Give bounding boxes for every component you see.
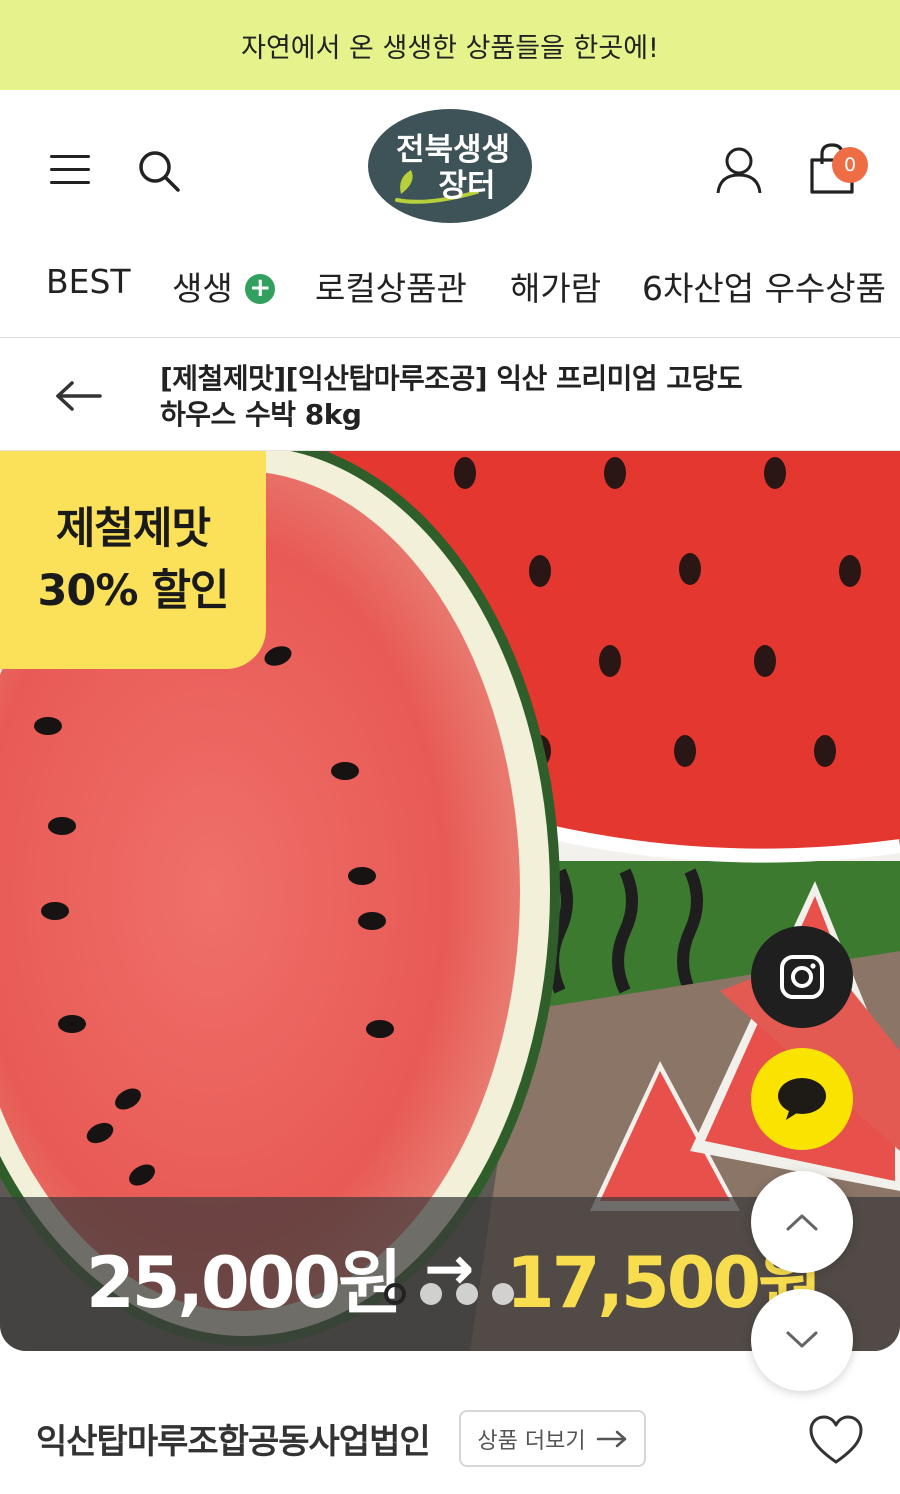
cart-count-badge: 0 [832, 147, 868, 183]
nav-item-local[interactable]: 로컬상품관 [315, 262, 467, 310]
more-products-label: 상품 더보기 [477, 1428, 586, 1454]
logo-text-line1: 전북생생 [396, 132, 510, 168]
nav-item-saengsaeng[interactable]: 생생 + [172, 262, 276, 310]
instagram-button[interactable] [751, 926, 853, 1028]
carousel-dot[interactable] [492, 1283, 514, 1305]
nav-label: BEST [46, 262, 131, 301]
nav-label: 해가람 [510, 269, 602, 308]
kakao-chat-button[interactable] [751, 1048, 853, 1150]
chevron-up-icon [786, 1214, 818, 1231]
chevron-down-icon [786, 1331, 818, 1348]
scroll-down-button[interactable] [751, 1289, 853, 1391]
sale-badge-line1: 제철제맛 [55, 504, 211, 554]
more-products-button[interactable]: 상품 더보기 [459, 1410, 646, 1467]
banner-text: 자연에서 온 생생한 상품들을 한곳에! [241, 32, 659, 64]
scroll-up-button[interactable] [751, 1171, 853, 1273]
logo-text-line2: 장터 [438, 168, 495, 204]
cart-count: 0 [843, 154, 857, 176]
menu-icon[interactable] [50, 153, 90, 187]
nav-label: 생생 [172, 269, 233, 308]
chat-icon [778, 1078, 826, 1120]
site-logo[interactable]: 전북생생 장터 [367, 108, 533, 224]
nav-item-best[interactable]: BEST [46, 262, 131, 301]
seller-name: 익산탑마루조합공동사업법인 [36, 1422, 431, 1462]
category-nav: BEST 생생 + 로컬상품관 해가람 6차산업 우수상품 [0, 240, 900, 338]
arrow-right-icon [596, 1430, 626, 1447]
top-banner: 자연에서 온 생생한 상품들을 한곳에! [0, 0, 900, 90]
original-price: 25,000원 [86, 1242, 403, 1324]
product-title-bar: [제철제맛][익산탑마루조공] 익산 프리미엄 고당도 하우스 수박 8kg [0, 339, 900, 451]
nav-label: 로컬상품관 [315, 269, 467, 308]
sale-badge-line2: 30% 할인 [37, 566, 229, 616]
carousel-dot[interactable] [384, 1283, 406, 1305]
nav-item-6th-industry[interactable]: 6차산업 우수상품 [642, 262, 886, 310]
carousel-dot[interactable] [456, 1283, 478, 1305]
back-arrow-icon[interactable] [54, 379, 102, 413]
search-icon[interactable] [136, 148, 182, 194]
nav-item-haegaram[interactable]: 해가람 [510, 262, 601, 310]
plus-icon: + [245, 274, 276, 304]
heart-icon[interactable] [808, 1414, 864, 1466]
carousel-indicators [384, 1283, 514, 1305]
site-header: 전북생생 장터 [0, 90, 900, 240]
carousel-dot[interactable] [420, 1283, 442, 1305]
product-title: [제철제맛][익산탑마루조공] 익산 프리미엄 고당도 하우스 수박 8kg [160, 362, 743, 431]
instagram-icon [780, 955, 824, 999]
user-icon[interactable] [714, 145, 764, 195]
nav-label: 6차산업 우수상품 [642, 269, 887, 308]
sale-badge: 제철제맛 30% 할인 [0, 451, 266, 669]
